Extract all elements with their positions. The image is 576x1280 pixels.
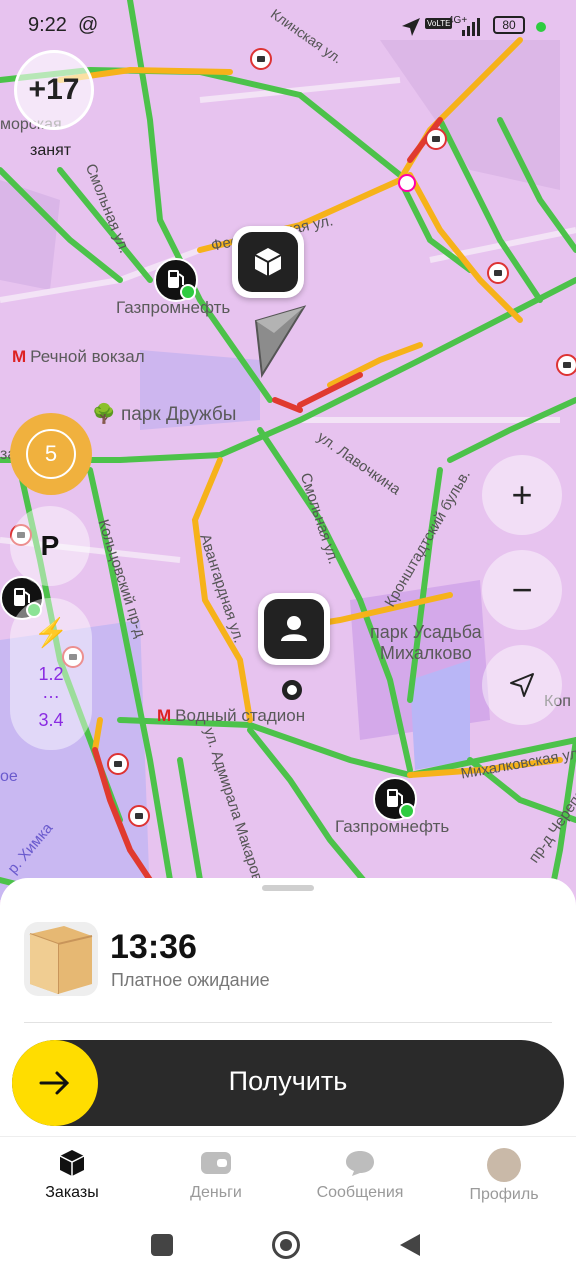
- nav-divider: [0, 1136, 576, 1137]
- zoom-out-button[interactable]: −: [482, 550, 562, 630]
- zoom-in-button[interactable]: +: [482, 455, 562, 535]
- park-druzhby[interactable]: 🌳 парк Дружбы: [92, 402, 236, 426]
- box-icon: [29, 926, 93, 994]
- parcel-icon: [254, 248, 282, 276]
- surge-indicator[interactable]: +17: [14, 50, 94, 130]
- order-thumbnail: [24, 922, 98, 996]
- parking-label: P: [40, 530, 60, 561]
- location-status-icon: [402, 18, 420, 36]
- swipe-handle[interactable]: [12, 1040, 98, 1126]
- avatar: [487, 1148, 521, 1182]
- speed-camera-icon: [556, 354, 576, 376]
- status-at-icon: @: [78, 14, 99, 36]
- status-bar: 9:22 @ VoLTE 4G+ 80: [0, 0, 576, 46]
- metro-icon: M: [157, 706, 172, 725]
- nav-orders[interactable]: Заказы: [12, 1148, 132, 1202]
- nav-messages[interactable]: Сообщения: [300, 1148, 420, 1202]
- gas-station-pin[interactable]: [373, 777, 417, 821]
- battery-icon: 80: [493, 16, 525, 34]
- arrow-right-icon: [39, 1071, 70, 1095]
- status-time: 9:22: [28, 14, 67, 36]
- lightning-icon: ⚡: [33, 617, 69, 648]
- recent-apps-button[interactable]: [151, 1234, 173, 1256]
- timer-value: 5: [26, 429, 76, 479]
- map-view[interactable]: Клинская ул. Смольная ул. Фестивальная у…: [0, 0, 576, 900]
- current-location-arrow-icon: [254, 305, 307, 378]
- signal-icon: [462, 18, 480, 36]
- minus-icon: −: [511, 569, 533, 610]
- person-icon: [281, 616, 307, 641]
- metro-rechnoy-vokzal[interactable]: M Речной вокзал: [12, 347, 145, 367]
- divider: [24, 1022, 552, 1023]
- charging-range-dots: …: [42, 682, 60, 702]
- my-location-button[interactable]: [482, 645, 562, 725]
- receive-button-label: Получить: [228, 1066, 348, 1096]
- navigation-arrow-icon: [510, 673, 534, 697]
- cube-icon: [59, 1150, 85, 1176]
- order-time: 13:36: [110, 928, 197, 966]
- receive-button[interactable]: Получить: [12, 1040, 564, 1126]
- metro-icon: M: [12, 347, 27, 366]
- speed-camera-icon: [425, 128, 447, 150]
- home-button[interactable]: [272, 1231, 300, 1259]
- charging-range-to: 3.4: [38, 710, 64, 730]
- parking-button[interactable]: P: [10, 506, 90, 586]
- order-subtitle: Платное ожидание: [111, 970, 270, 990]
- pickup-pin[interactable]: [232, 226, 304, 298]
- speed-camera-icon: [128, 805, 150, 827]
- sheet-drag-handle[interactable]: [262, 885, 314, 891]
- chat-bubble-icon: [346, 1151, 374, 1176]
- charging-filter[interactable]: ⚡ 1.2 … 3.4: [10, 598, 92, 750]
- gas-station-pin[interactable]: [154, 258, 198, 302]
- speed-camera-icon: [250, 48, 272, 70]
- speed-camera-icon: [107, 753, 129, 775]
- edge-label-lake: ое: [0, 768, 18, 785]
- park-mikhalkovo[interactable]: парк Усадьба Михалково: [370, 622, 482, 664]
- speed-camera-icon: [487, 262, 509, 284]
- back-button[interactable]: [398, 1232, 422, 1258]
- surge-value: +17: [28, 73, 80, 106]
- nav-profile[interactable]: Профиль: [444, 1148, 564, 1204]
- plus-icon: +: [511, 474, 533, 515]
- nav-money[interactable]: Деньги: [156, 1148, 276, 1202]
- metro-vodny-stadion[interactable]: M Водный стадион: [157, 706, 305, 726]
- surge-label: занят: [30, 142, 72, 159]
- active-indicator: [536, 22, 546, 32]
- tree-icon: 🌳: [92, 404, 116, 425]
- timer-badge[interactable]: 5: [10, 413, 92, 495]
- destination-point: [282, 680, 302, 700]
- destination-pin[interactable]: [258, 593, 330, 665]
- wallet-icon: [201, 1152, 231, 1174]
